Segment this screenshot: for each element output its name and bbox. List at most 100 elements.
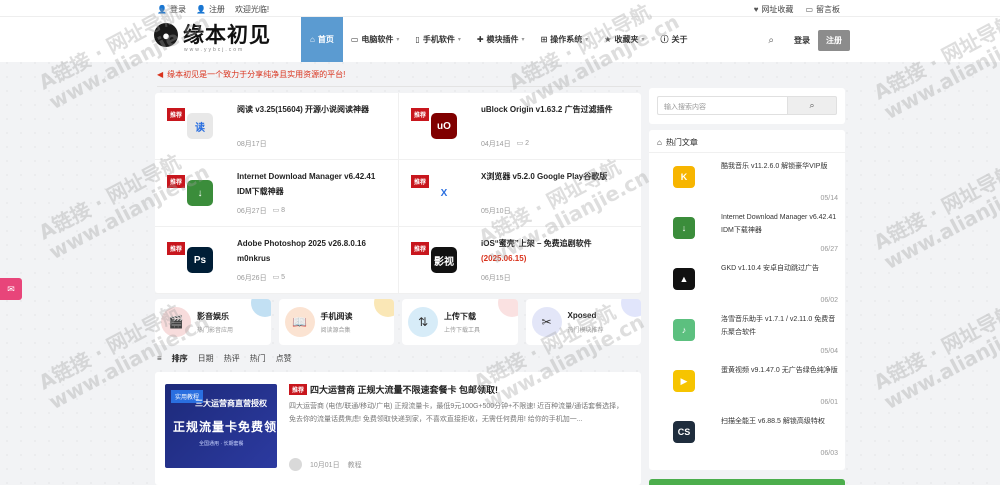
featured-title[interactable]: X浏览器 v5.2.0 Google Play谷歌版: [481, 169, 633, 184]
featured-grid: 读 推荐 阅读 v3.25(15604) 开源小说阅读神器 08月17日 uO …: [155, 93, 641, 294]
article-image-line1: 三大运营商直营授权: [195, 399, 267, 408]
decorative-blob: [250, 299, 271, 317]
hot-article-date: 06/02: [820, 297, 838, 304]
featured-thumbnail[interactable]: X 推荐: [411, 170, 477, 216]
tab-likes[interactable]: 点赞: [276, 353, 292, 364]
hot-article-item[interactable]: K 酷我音乐 v11.2.6.0 解锁豪华VIP版 05/14: [649, 158, 845, 208]
nav-item-desktop[interactable]: ▭ 电脑软件 ▾: [343, 17, 408, 62]
hot-article-item[interactable]: CS 扫描全能王 v6.88.5 解锁高级特权 06/03: [649, 413, 845, 463]
article-title[interactable]: 推荐 四大运营商 正规大流量不限速套餐卡 包邮领取!: [289, 383, 498, 396]
featured-item[interactable]: Ps 推荐 Adobe Photoshop 2025 v26.8.0.16 m0…: [155, 227, 398, 294]
recommend-badge: 推荐: [167, 175, 186, 188]
featured-thumbnail[interactable]: 影视 推荐: [411, 237, 477, 283]
hot-article-title[interactable]: 扫描全能王 v6.88.5 解锁高级特权: [721, 415, 839, 428]
puzzle-icon: ✚: [476, 35, 484, 44]
search-icon[interactable]: ⌕: [768, 35, 774, 46]
announcement: ◀ 缘本初见是一个致力于分享纯净且实用资源的平台!: [157, 69, 345, 80]
chevron-down-icon: ▾: [585, 37, 589, 43]
header-register-button[interactable]: 注册: [818, 30, 850, 51]
featured-title[interactable]: 阅读 v3.25(15604) 开源小说阅读神器: [237, 102, 389, 117]
hot-article-item[interactable]: ↓ Internet Download Manager v6.42.41 IDM…: [649, 209, 845, 259]
nav-item-home[interactable]: ⌂ 首页: [301, 17, 343, 62]
favorite-link[interactable]: ♥ 网址收藏: [754, 4, 794, 15]
top-login-link[interactable]: 👤 登录: [157, 4, 186, 15]
article-excerpt: 四大运营商 (电信/联通/移动/广电) 正规流量卡，最低9元100G+500分钟…: [289, 403, 624, 423]
nav-item-info[interactable]: ⓘ 关于: [652, 17, 695, 62]
nav-label: 电脑软件: [361, 35, 394, 44]
mike-video-icon: 影视: [431, 247, 457, 273]
download-icon: ⇅: [408, 307, 438, 337]
tab-popular[interactable]: 热门: [250, 353, 266, 364]
tab-date[interactable]: 日期: [198, 353, 214, 364]
featured-date: 05月10日: [481, 208, 511, 215]
main-nav: ⌂ 首页 ▭ 电脑软件 ▾ ▯ 手机软件 ▾ ✚ 模块插件 ▾ ⊞ 操作系统 ▾ ★ 收藏夹 ▾ ⓘ 关于: [301, 17, 695, 62]
category-title: 手机阅读: [320, 312, 353, 321]
hot-article-item[interactable]: ▶ 蛋黄视频 v9.1.47.0 无广告绿色纯净版 06/01: [649, 362, 845, 412]
featured-date: 04月14日: [481, 141, 511, 148]
search-button[interactable]: ⌕: [787, 96, 837, 115]
header: ● 缘本初见 www.yybcj.com ⌂ 首页 ▭ 电脑软件 ▾ ▯ 手机软件 ▾ ✚ 模块插…: [0, 17, 1000, 62]
featured-thumbnail[interactable]: Ps 推荐: [167, 237, 233, 283]
featured-item[interactable]: 读 推荐 阅读 v3.25(15604) 开源小说阅读神器 08月17日: [155, 93, 398, 160]
header-login-button[interactable]: 登录: [794, 35, 810, 46]
search-input[interactable]: 输入搜索内容: [657, 96, 787, 115]
hot-article-title[interactable]: Internet Download Manager v6.42.41 IDM下载…: [721, 211, 839, 237]
tab-sort[interactable]: 排序: [172, 353, 188, 364]
featured-thumbnail[interactable]: uO 推荐: [411, 103, 477, 149]
info-icon: ⓘ: [660, 35, 669, 44]
top-register-link[interactable]: 👤 注册: [196, 4, 225, 15]
category-subtitle: 阅读源合集: [320, 328, 351, 334]
featured-title[interactable]: Adobe Photoshop 2025 v26.8.0.16 m0nkrus: [237, 236, 389, 266]
camscanner-icon: CS: [673, 421, 695, 443]
featured-title[interactable]: iOS“蜜壳”上架 – 免费追剧软件 (2025.06.15): [481, 236, 633, 266]
featured-thumbnail[interactable]: 读 推荐: [167, 103, 233, 149]
guestbook-link[interactable]: ▭ 留言板: [805, 4, 840, 15]
featured-item[interactable]: 影视 推荐 iOS“蜜壳”上架 – 免费追剧软件 (2025.06.15) 06…: [398, 227, 641, 294]
category-card[interactable]: 📖 手机阅读 阅读源合集: [278, 299, 394, 345]
hot-article-title[interactable]: 酷我音乐 v11.2.6.0 解锁豪华VIP版: [721, 160, 839, 173]
featured-item[interactable]: X 推荐 X浏览器 v5.2.0 Google Play谷歌版 05月10日: [398, 160, 641, 227]
nav-item-windows[interactable]: ⊞ 操作系统 ▾: [533, 17, 597, 62]
hot-article-title[interactable]: 蛋黄视频 v9.1.47.0 无广告绿色纯净版: [721, 364, 839, 377]
nav-label: 模块插件: [486, 35, 519, 44]
nav-item-star[interactable]: ★ 收藏夹 ▾: [596, 17, 652, 62]
site-logo[interactable]: ● 缘本初见 www.yybcj.com: [154, 23, 271, 53]
nav-item-mobile[interactable]: ▯ 手机软件 ▾: [407, 17, 468, 62]
mail-float-button[interactable]: ✉: [0, 278, 22, 300]
divider: [649, 152, 845, 153]
featured-title[interactable]: uBlock Origin v1.63.2 广告过滤插件: [481, 102, 633, 117]
featured-thumbnail[interactable]: ↓ 推荐: [167, 170, 233, 216]
featured-item[interactable]: ↓ 推荐 Internet Download Manager v6.42.41 …: [155, 160, 398, 227]
category-cards: 🎬 影音娱乐 热门影音应用 📖 手机阅读 阅读源合集 ⇅ 上传下载 上传下载工具…: [155, 299, 641, 345]
photoshop-icon: Ps: [187, 247, 213, 273]
welcome-text: 欢迎光临!: [234, 5, 270, 14]
featured-meta: 06月27日 ▭ 8: [237, 206, 285, 216]
mobile-icon: ▯: [415, 35, 420, 44]
heart-icon: ♥: [753, 4, 759, 14]
hot-article-date: 05/14: [820, 195, 838, 202]
announcement-text[interactable]: 缘本初见是一个致力于分享纯净且实用资源的平台!: [167, 69, 345, 80]
category-card[interactable]: ✂ Xposed 热门模块推荐: [525, 299, 641, 345]
egg-video-icon: ▶: [673, 370, 695, 392]
hot-article-title[interactable]: GKD v1.10.4 安卓自动跳过广告: [721, 262, 839, 275]
hot-article-date: 06/03: [820, 450, 838, 457]
featured-item[interactable]: uO 推荐 uBlock Origin v1.63.2 广告过滤插件 04月14…: [398, 93, 641, 160]
comment-icon: ▭: [516, 140, 524, 147]
article-thumbnail[interactable]: 实用教程 三大运营商直营授权 正规流量卡免费领 全国通用 · 长期套餐: [165, 384, 277, 468]
hot-article-item[interactable]: ♪ 洛雪音乐助手 v1.7.1 / v2.11.0 免费音乐聚合软件 05/04: [649, 311, 845, 361]
recommend-badge: 推荐: [289, 384, 308, 395]
avatar[interactable]: [289, 458, 302, 471]
featured-title[interactable]: Internet Download Manager v6.42.41 IDM下载…: [237, 169, 389, 199]
article-category[interactable]: 教程: [348, 460, 362, 470]
nav-item-puzzle[interactable]: ✚ 模块插件 ▾: [469, 17, 533, 62]
category-card[interactable]: 🎬 影音娱乐 热门影音应用: [155, 299, 271, 345]
category-card[interactable]: ⇅ 上传下载 上传下载工具: [402, 299, 518, 345]
comment-count: ▭ 5: [272, 274, 286, 281]
hot-article-title[interactable]: 洛雪音乐助手 v1.7.1 / v2.11.0 免费音乐聚合软件: [721, 313, 839, 339]
logo-subtitle: www.yybcj.com: [184, 47, 245, 53]
tab-hot-comments[interactable]: 热评: [224, 353, 240, 364]
hot-article-date: 06/27: [820, 246, 838, 253]
logo-drop-icon: ●: [154, 23, 178, 47]
category-subtitle: 热门影音应用: [197, 328, 234, 334]
hot-article-item[interactable]: ▲ GKD v1.10.4 安卓自动跳过广告 06/02: [649, 260, 845, 310]
